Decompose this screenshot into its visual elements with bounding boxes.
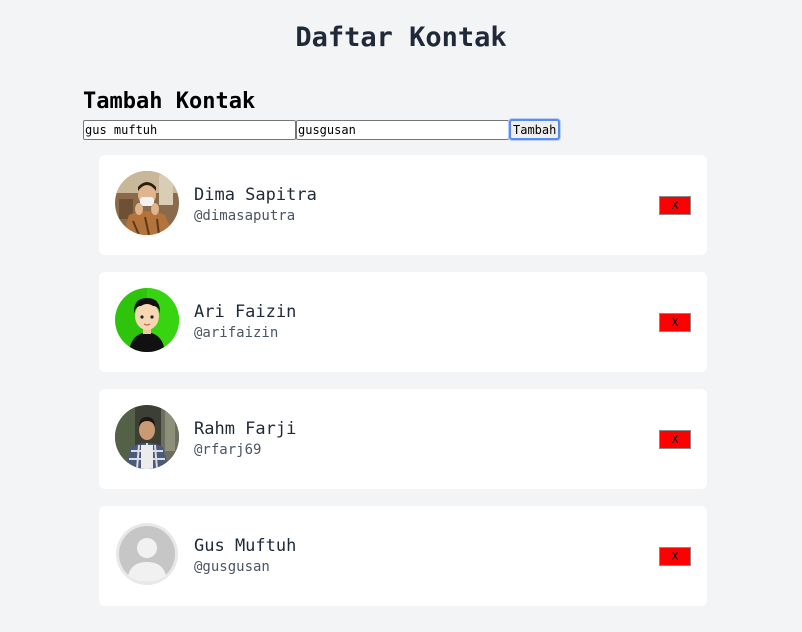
- delete-contact-button[interactable]: X: [659, 313, 691, 332]
- add-contact-heading: Tambah Kontak: [83, 89, 256, 114]
- add-contact-form: Tambah: [83, 119, 561, 140]
- cartoon-avatar-icon: [115, 288, 179, 352]
- contact-card: Gus Muftuh @gusgusan X: [99, 506, 707, 606]
- page-title: Daftar Kontak: [295, 22, 507, 53]
- avatar: [115, 405, 179, 469]
- username-input[interactable]: [296, 119, 509, 140]
- contact-name: Gus Muftuh: [194, 536, 297, 556]
- contact-photo-icon: [115, 405, 179, 469]
- contact-name: Dima Sapitra: [194, 185, 317, 205]
- contact-handle: @arifaizin: [194, 325, 279, 341]
- avatar: [115, 171, 179, 235]
- delete-contact-button[interactable]: X: [659, 430, 691, 449]
- contact-name: Rahm Farji: [194, 419, 297, 439]
- contact-name: Ari Faizin: [194, 302, 297, 322]
- contact-card: Ari Faizin @arifaizin X: [99, 272, 707, 372]
- contact-card: Dima Sapitra @dimasaputra X: [99, 155, 707, 255]
- avatar: [115, 288, 179, 352]
- contact-handle: @dimasaputra: [194, 208, 296, 224]
- avatar: [115, 522, 179, 586]
- name-input[interactable]: [83, 119, 296, 140]
- delete-contact-button[interactable]: X: [659, 196, 691, 215]
- contact-list: Dima Sapitra @dimasaputra X Ari Faizin @…: [99, 155, 707, 623]
- contact-photo-icon: [115, 171, 179, 235]
- default-user-icon: [116, 523, 178, 585]
- add-contact-button[interactable]: Tambah: [509, 119, 561, 140]
- contact-handle: @gusgusan: [194, 559, 270, 575]
- contact-card: Rahm Farji @rfarj69 X: [99, 389, 707, 489]
- contact-handle: @rfarj69: [194, 442, 262, 458]
- delete-contact-button[interactable]: X: [659, 547, 691, 566]
